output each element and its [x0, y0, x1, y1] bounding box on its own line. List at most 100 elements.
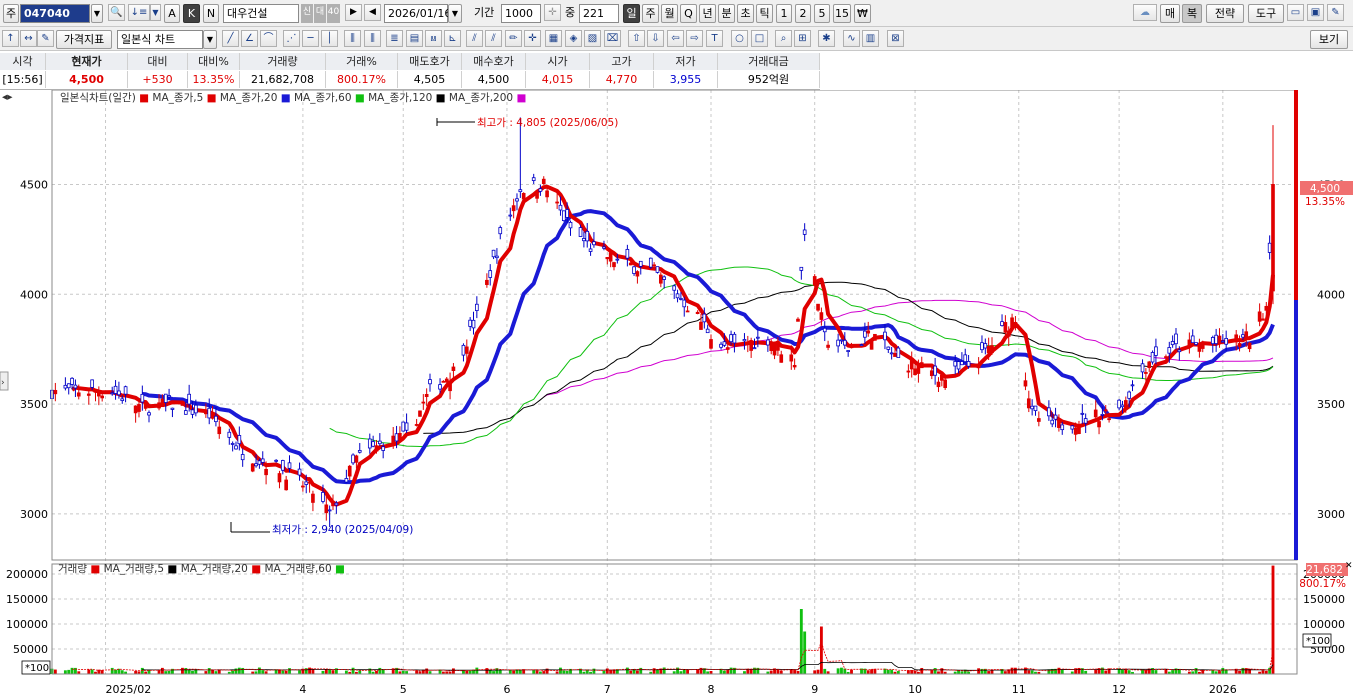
- interval-minute-button[interactable]: 분: [718, 4, 735, 23]
- volume-close-icon[interactable]: ✕: [1345, 561, 1353, 571]
- interval-15-button[interactable]: 15: [833, 4, 851, 23]
- price-volume-chart[interactable]: 3000300035003500400040004500450050000500…: [0, 90, 1353, 696]
- search-icon[interactable]: 🔍: [108, 4, 125, 21]
- volume-bar: [234, 668, 238, 674]
- calendar-dropdown-icon[interactable]: ▼: [448, 4, 462, 23]
- sort-dropdown-icon[interactable]: ▼: [150, 4, 161, 21]
- candle-body: [444, 378, 449, 383]
- play-next-icon[interactable]: ▶: [345, 4, 362, 21]
- settings-icon[interactable]: ✱: [818, 30, 835, 47]
- scroll-arrows-icon[interactable]: ◂▸: [2, 91, 13, 103]
- currency-button[interactable]: ₩: [854, 4, 871, 23]
- interval-second-button[interactable]: 초: [737, 4, 754, 23]
- interval-tick-button[interactable]: 틱: [756, 4, 773, 23]
- fibo-retrace-icon[interactable]: ≣: [386, 30, 403, 47]
- folder-icon[interactable]: ▭: [1287, 4, 1304, 21]
- rectangle-icon[interactable]: □: [751, 30, 768, 47]
- candle-body: [464, 346, 469, 354]
- pattern-icon[interactable]: ▥: [862, 30, 879, 47]
- angle-line-icon[interactable]: ∠: [241, 30, 258, 47]
- grid-lines-icon[interactable]: ▤: [406, 30, 423, 47]
- interval-1-button[interactable]: 1: [776, 4, 792, 23]
- expand-icon[interactable]: ↔: [20, 30, 37, 47]
- candle-body: [331, 500, 335, 507]
- fibo-time-icon[interactable]: ⫼: [344, 30, 361, 47]
- play-prev-icon[interactable]: ◀: [364, 4, 381, 21]
- chart-type-select[interactable]: 일본식 차트: [117, 30, 203, 49]
- cloud-icon[interactable]: ☁: [1133, 4, 1157, 21]
- text-icon[interactable]: T: [706, 30, 723, 47]
- quote-price: 4,500: [46, 71, 128, 88]
- arc-icon[interactable]: ⌒: [260, 30, 277, 47]
- candle-body: [1127, 391, 1131, 399]
- compound-button[interactable]: 복: [1182, 4, 1202, 23]
- period-input[interactable]: 1000: [501, 4, 541, 23]
- wrench-icon[interactable]: ✎: [1327, 4, 1344, 21]
- date-field[interactable]: 2026/01/16: [384, 4, 451, 23]
- interval-5-button[interactable]: 5: [814, 4, 830, 23]
- strategy-button[interactable]: 전략: [1206, 4, 1244, 23]
- pencil-icon[interactable]: ✏: [505, 30, 522, 47]
- interval-2-button[interactable]: 2: [795, 4, 811, 23]
- chart-type-dropdown-icon[interactable]: ▼: [203, 30, 217, 49]
- time-tick-label: 4: [299, 683, 306, 696]
- wave-icon[interactable]: ∿: [843, 30, 860, 47]
- cycle-icon[interactable]: ⊾: [444, 30, 461, 47]
- volume-bar: [187, 670, 191, 674]
- period-lines-icon[interactable]: ⫼: [364, 30, 381, 47]
- stock-code-input[interactable]: 047040: [20, 4, 90, 23]
- save-icon[interactable]: ▣: [1307, 4, 1324, 21]
- arrow-right-icon[interactable]: ⇨: [686, 30, 703, 47]
- edit-icon[interactable]: ✎: [37, 30, 54, 47]
- trendline-icon[interactable]: ╱: [222, 30, 239, 47]
- channel-icon[interactable]: ⫽: [466, 30, 483, 47]
- zoom-icon[interactable]: ⌕: [775, 30, 792, 47]
- volume-bar: [257, 667, 261, 674]
- fan-line-icon[interactable]: ⋰: [283, 30, 300, 47]
- candle-body: [498, 227, 503, 235]
- arrow-up-icon[interactable]: ⇧: [628, 30, 645, 47]
- indicator-button[interactable]: 가격지표: [56, 30, 112, 49]
- erase-icon[interactable]: ⌧: [604, 30, 621, 47]
- paint-icon[interactable]: ◈: [565, 30, 582, 47]
- candle-body: [1144, 372, 1148, 374]
- gann-icon[interactable]: ⩏: [425, 30, 442, 47]
- color-palette-icon[interactable]: ▦: [545, 30, 562, 47]
- arrow-down-icon[interactable]: ⇩: [647, 30, 664, 47]
- delete-all-icon[interactable]: ⊠: [887, 30, 904, 47]
- candle-body: [749, 340, 753, 351]
- memo-icon[interactable]: ▧: [584, 30, 601, 47]
- parallel-icon[interactable]: ⫽: [485, 30, 502, 47]
- view-button[interactable]: 보기: [1310, 30, 1348, 49]
- horizontal-line-icon[interactable]: ─: [302, 30, 319, 47]
- volume-bar: [559, 667, 562, 674]
- interval-month-button[interactable]: 월: [661, 4, 678, 23]
- circle-icon[interactable]: ○: [731, 30, 748, 47]
- interval-year-button[interactable]: 년: [699, 4, 716, 23]
- side-scroll-arrow-icon[interactable]: ›: [1, 378, 5, 388]
- cross-cursor-icon[interactable]: ✛: [524, 30, 541, 47]
- candle-body: [518, 189, 523, 193]
- mid-input[interactable]: 221: [579, 4, 619, 23]
- vertical-line-icon[interactable]: │: [321, 30, 338, 47]
- candle-body: [204, 410, 208, 415]
- market-n-button[interactable]: N: [203, 4, 219, 23]
- crosshair-icon[interactable]: ✛: [544, 4, 561, 21]
- tools-button[interactable]: 도구: [1248, 4, 1284, 23]
- volume-bar: [1060, 669, 1064, 674]
- market-k-button[interactable]: K: [183, 4, 200, 23]
- market-a-button[interactable]: A: [164, 4, 180, 23]
- volume-bar: [866, 670, 870, 674]
- interval-week-button[interactable]: 주: [642, 4, 659, 23]
- code-dropdown-icon[interactable]: ▼: [91, 4, 103, 23]
- buy-button[interactable]: 매: [1160, 4, 1180, 23]
- zoom-area-icon[interactable]: ⊞: [794, 30, 811, 47]
- stock-name-field[interactable]: 대우건설: [223, 4, 299, 23]
- scroll-up-icon[interactable]: ↑: [2, 30, 19, 47]
- candle-body: [133, 405, 138, 414]
- interval-day-button[interactable]: 일: [623, 4, 640, 23]
- arrow-left-icon[interactable]: ⇦: [667, 30, 684, 47]
- sort-icon[interactable]: ↓≡: [128, 4, 150, 21]
- interval-quarter-button[interactable]: Q: [680, 4, 697, 23]
- market-selector[interactable]: 주: [3, 4, 19, 23]
